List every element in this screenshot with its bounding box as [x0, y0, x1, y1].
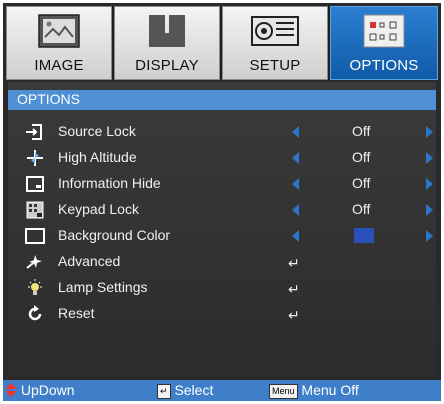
arrow-right-icon[interactable] [426, 178, 433, 190]
menu-item-label: Source Lock [58, 123, 136, 139]
menu-item-label: Lamp Settings [58, 279, 148, 295]
lamp-icon [25, 278, 45, 298]
select-label: Select [174, 382, 214, 398]
tab-label: SETUP [249, 57, 301, 74]
menu-item-label: Keypad Lock [58, 201, 139, 217]
tab-label: DISPLAY [135, 57, 199, 74]
enter-icon[interactable]: ↵ [288, 307, 300, 324]
arrow-right-icon[interactable] [426, 230, 433, 242]
menu-off-label: Menu Off [301, 382, 359, 398]
arrow-left-icon[interactable] [292, 152, 299, 164]
menu-item-value: Off [352, 175, 371, 191]
updown-hint: UpDown [5, 382, 75, 398]
tab-label: IMAGE [34, 57, 84, 74]
reset-icon [25, 304, 45, 324]
menu-item-source-lock[interactable]: Source Lock Off [8, 119, 436, 145]
menu-item-value: Off [352, 123, 371, 139]
menu-key-icon: Menu [269, 383, 298, 399]
enter-icon[interactable]: ↵ [288, 281, 300, 298]
tab-options[interactable]: OPTIONS [330, 6, 438, 80]
tab-display[interactable]: DISPLAY [114, 6, 220, 80]
updown-label: UpDown [20, 382, 75, 398]
footer-hint-bar: UpDown ↵ Select Menu Menu Off [3, 380, 441, 401]
menu-item-reset[interactable]: Reset ↵ [8, 301, 436, 327]
tab-image[interactable]: IMAGE [6, 6, 112, 80]
arrow-right-icon[interactable] [426, 204, 433, 216]
image-icon [37, 13, 81, 54]
updown-icon [5, 383, 17, 397]
menu-item-background-color[interactable]: Background Color [8, 223, 436, 249]
menu-item-label: Reset [58, 305, 95, 321]
display-icon [145, 13, 189, 54]
enter-icon[interactable]: ↵ [288, 255, 300, 272]
menu-item-advanced[interactable]: Advanced ↵ [8, 249, 436, 275]
keypad-lock-icon [25, 200, 45, 220]
arrow-right-icon[interactable] [426, 152, 433, 164]
arrow-left-icon[interactable] [292, 230, 299, 242]
background-color-swatch [354, 228, 374, 243]
tab-bar: IMAGE DISPLAY SETUP OPTIONS [6, 6, 438, 80]
tab-label: OPTIONS [349, 57, 419, 74]
menu-item-label: Information Hide [58, 175, 161, 191]
menu-item-label: High Altitude [58, 149, 137, 165]
menu-item-keypad-lock[interactable]: Keypad Lock Off [8, 197, 436, 223]
setup-icon [250, 13, 300, 54]
panel-title: OPTIONS [17, 91, 81, 107]
arrow-left-icon[interactable] [292, 204, 299, 216]
menu-item-lamp-settings[interactable]: Lamp Settings ↵ [8, 275, 436, 301]
panel-title-bar: OPTIONS [8, 90, 436, 110]
options-icon [362, 13, 406, 54]
menu-item-label: Background Color [58, 227, 171, 243]
arrow-left-icon[interactable] [292, 126, 299, 138]
arrow-right-icon[interactable] [426, 126, 433, 138]
menu-item-high-altitude[interactable]: High Altitude Off [8, 145, 436, 171]
high-altitude-icon [25, 148, 45, 168]
information-hide-icon [25, 174, 45, 194]
tab-setup[interactable]: SETUP [222, 6, 328, 80]
background-color-icon [25, 226, 45, 246]
menu-off-hint: Menu Menu Off [269, 382, 359, 399]
enter-key-icon: ↵ [157, 383, 171, 399]
menu-item-value: Off [352, 201, 371, 217]
arrow-left-icon[interactable] [292, 178, 299, 190]
select-hint: ↵ Select [157, 382, 213, 399]
source-lock-icon [25, 122, 45, 142]
menu-item-value: Off [352, 149, 371, 165]
advanced-icon [25, 252, 45, 272]
menu-item-information-hide[interactable]: Information Hide Off [8, 171, 436, 197]
menu-item-label: Advanced [58, 253, 121, 269]
